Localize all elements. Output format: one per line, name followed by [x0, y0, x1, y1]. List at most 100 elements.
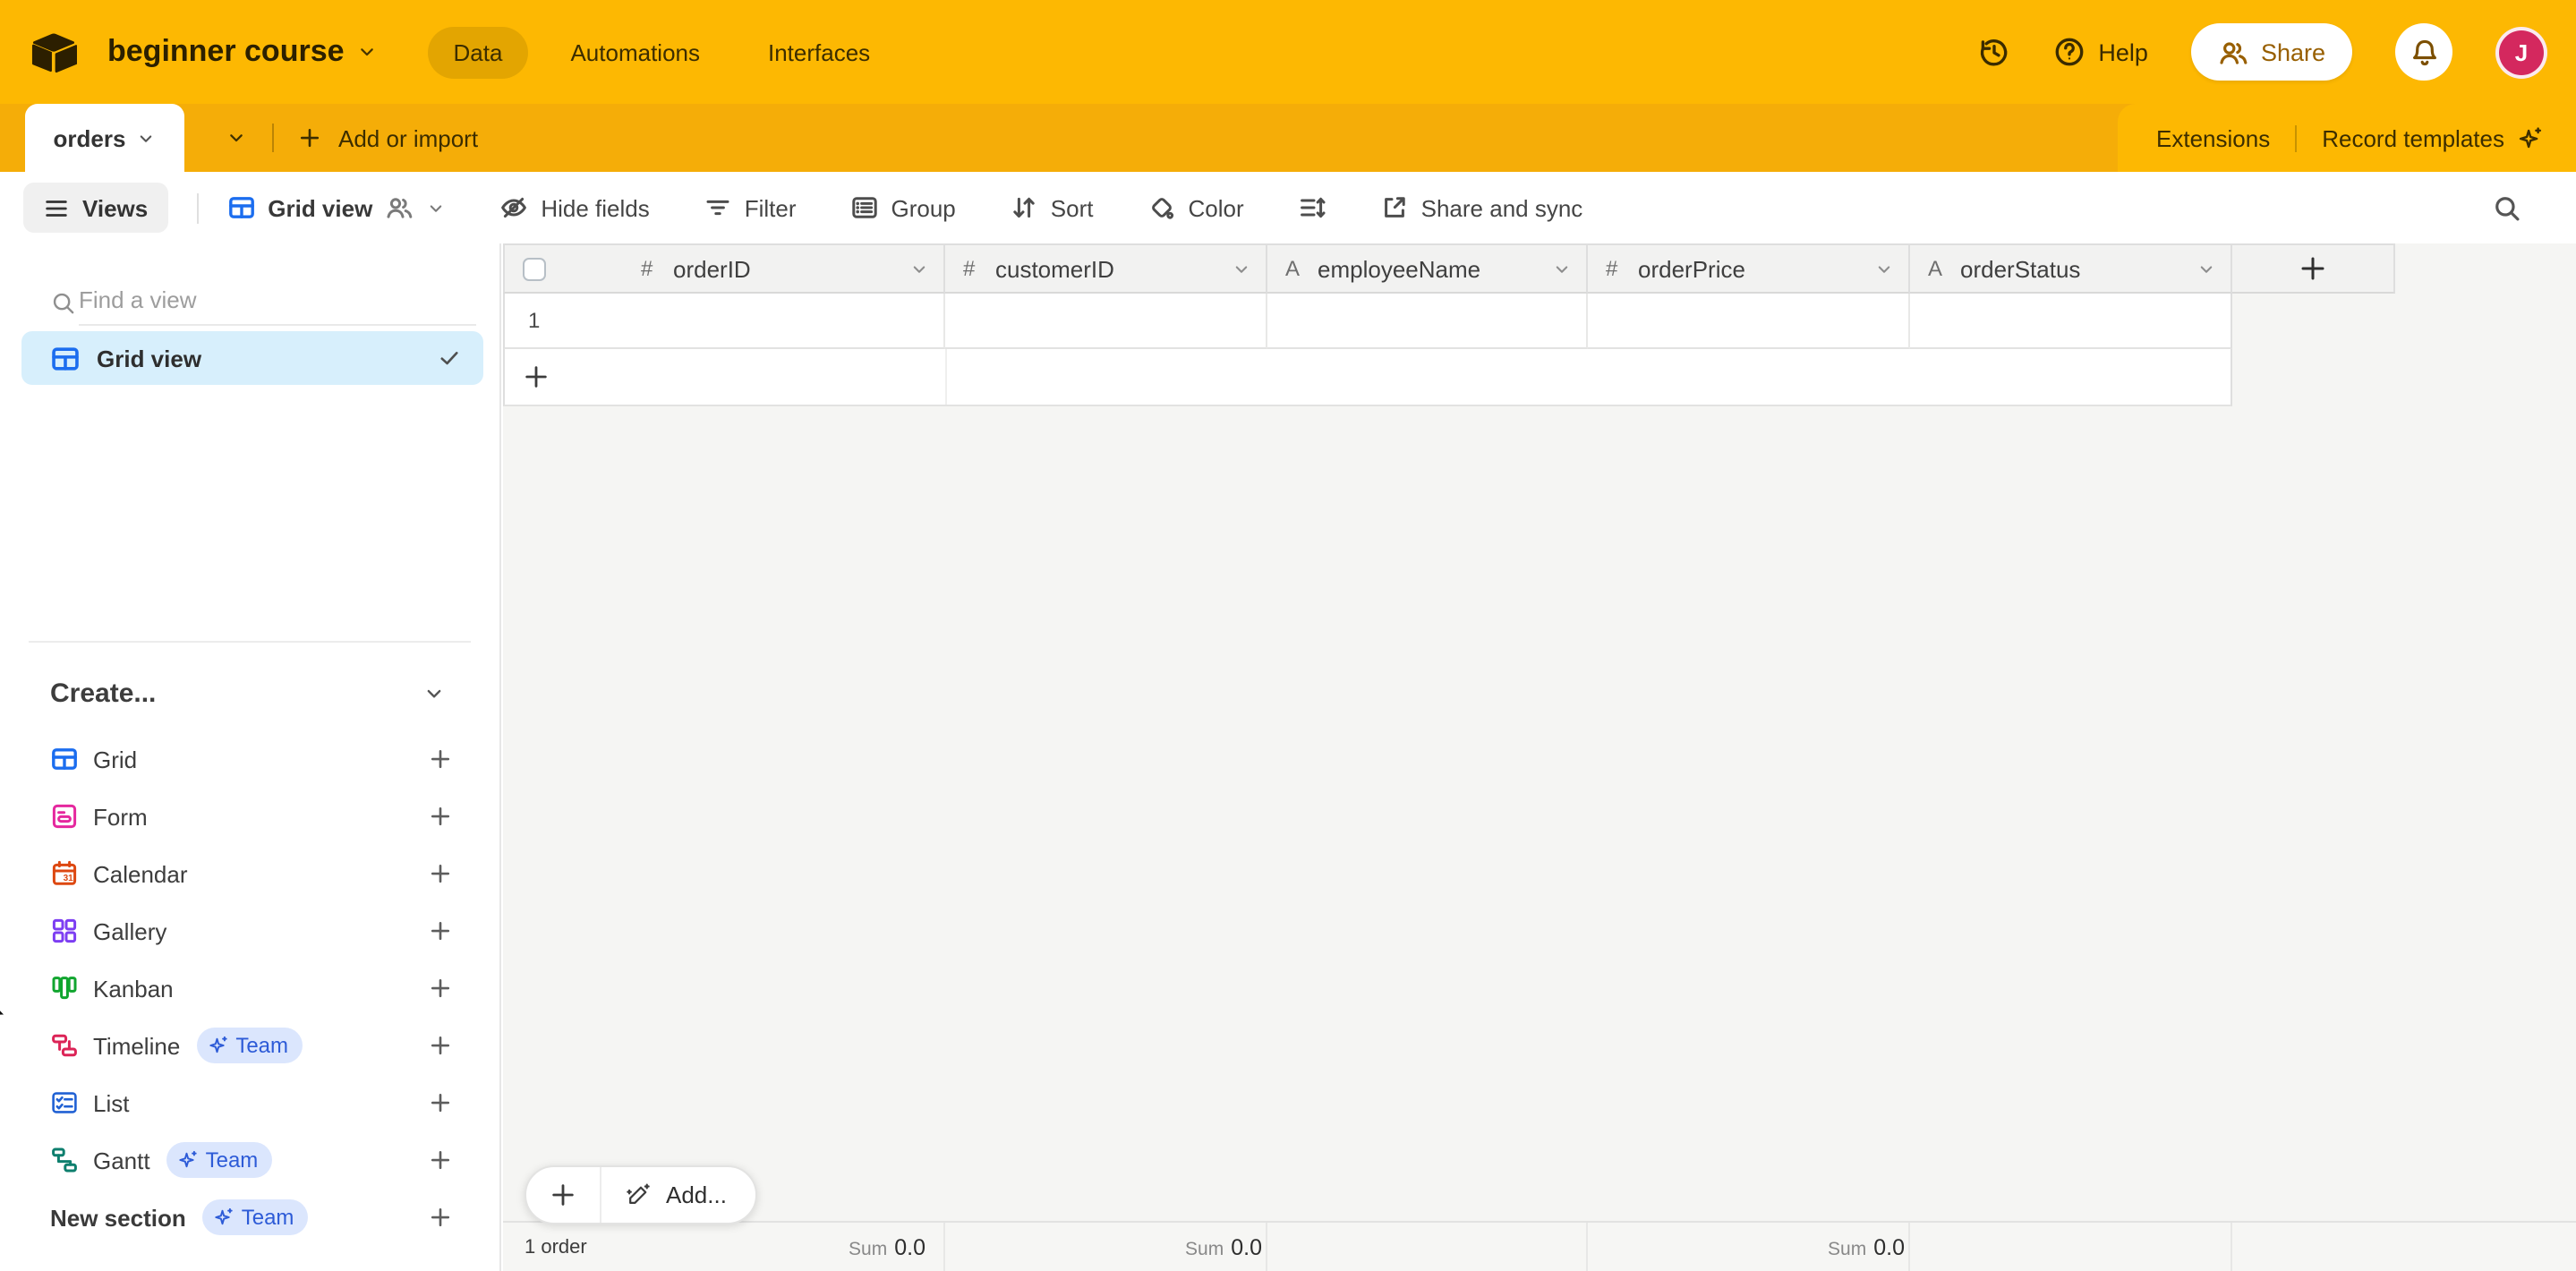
sidebar-item-new-section[interactable]: New section Team [0, 1189, 499, 1246]
number-field-icon: # [963, 256, 988, 281]
view-collaborators-icon [385, 193, 414, 222]
summary-cell-orderprice[interactable]: Sum 0.0 [1588, 1223, 1910, 1271]
field-chevron-icon[interactable] [1552, 259, 1572, 278]
sidebar-item-gantt[interactable]: Gantt Team [0, 1131, 499, 1189]
current-view-button[interactable]: Grid view [226, 193, 446, 222]
sidebar-item-kanban[interactable]: Kanban [0, 960, 499, 1017]
record-templates-button[interactable]: Record templates [2322, 124, 2544, 151]
column-header-orderstatus[interactable]: A orderStatus [1910, 243, 2232, 294]
tools-divider [2295, 124, 2297, 151]
field-chevron-icon[interactable] [1232, 259, 1251, 278]
workspace-title[interactable]: beginner course [107, 34, 345, 70]
add-gantt-view-button[interactable] [428, 1147, 453, 1173]
column-header-orderprice[interactable]: # orderPrice [1588, 243, 1910, 294]
sidebar-item-gallery[interactable]: Gallery [0, 902, 499, 960]
item-label: Timeline [93, 1032, 180, 1059]
field-name: orderStatus [1960, 255, 2080, 282]
cell-orderstatus[interactable] [1910, 294, 2232, 349]
table-row[interactable]: 1 [503, 294, 2232, 349]
all-tables-chevron-icon[interactable] [226, 127, 247, 149]
summary-cell-employeename[interactable] [1267, 1223, 1588, 1271]
column-header-orderid[interactable]: # orderID [503, 243, 945, 294]
table-tab-orders[interactable]: orders [25, 104, 184, 172]
form-icon [50, 802, 79, 831]
item-label: Gallery [93, 917, 166, 944]
add-or-import-button[interactable]: Add or import [297, 124, 478, 151]
plus-icon [297, 125, 322, 150]
sidebar-item-grid[interactable]: Grid [0, 730, 499, 788]
magic-wand-icon [625, 1181, 652, 1208]
filter-button[interactable]: Filter [704, 193, 797, 222]
share-button[interactable]: Share [2191, 23, 2352, 81]
color-button[interactable]: Color [1147, 193, 1243, 222]
hide-fields-button[interactable]: Hide fields [499, 193, 649, 222]
add-calendar-view-button[interactable] [428, 861, 453, 886]
bell-icon [2409, 37, 2439, 67]
sidebar-item-form[interactable]: Form [0, 788, 499, 845]
create-section-header[interactable]: Create... [0, 666, 499, 720]
help-button[interactable]: Help [2053, 36, 2148, 68]
add-gallery-view-button[interactable] [428, 918, 453, 943]
sort-button[interactable]: Sort [1010, 193, 1094, 222]
add-section-button[interactable] [428, 1205, 453, 1230]
filter-icon [704, 193, 732, 222]
field-name: employeeName [1318, 255, 1480, 282]
avatar[interactable]: J [2495, 26, 2547, 78]
search-icon[interactable] [2492, 192, 2522, 223]
add-list-view-button[interactable] [428, 1090, 453, 1115]
item-label: Form [93, 803, 148, 830]
workspace-chevron-down-icon[interactable] [357, 41, 379, 63]
text-field-icon: A [1285, 256, 1310, 281]
cell-customerid[interactable] [945, 294, 1267, 349]
share-and-sync-button[interactable]: Share and sync [1380, 193, 1583, 222]
extensions-button[interactable]: Extensions [2156, 124, 2270, 151]
tab-automations[interactable]: Automations [545, 26, 725, 78]
cell-orderprice[interactable] [1588, 294, 1910, 349]
sidebar-item-list[interactable]: List [0, 1074, 499, 1131]
column-header-employeename[interactable]: A employeeName [1267, 243, 1588, 294]
airtable-logo-icon[interactable] [30, 31, 77, 73]
column-header-customerid[interactable]: # customerID [945, 243, 1267, 294]
team-badge: Team [202, 1199, 309, 1235]
summary-cell-customerid[interactable]: Sum 0.0 [945, 1223, 1267, 1271]
color-icon [1147, 193, 1175, 222]
item-label: Gantt [93, 1147, 150, 1173]
add-timeline-view-button[interactable] [428, 1033, 453, 1058]
grid-header-row: # orderID # customerID A employeeName # [503, 243, 2395, 294]
add-with-ai-button[interactable]: Add... [601, 1167, 755, 1223]
current-view-label: Grid view [268, 194, 372, 221]
tab-interfaces[interactable]: Interfaces [743, 26, 895, 78]
group-label: Group [891, 194, 956, 221]
sidebar-item-calendar[interactable]: 31 Calendar [0, 845, 499, 902]
sidebar-item-timeline[interactable]: Timeline Team [0, 1017, 499, 1074]
create-view-list: Grid Form 31 Calendar [0, 730, 499, 1246]
sum-value: 0.0 [894, 1234, 925, 1259]
summary-cell-orderstatus[interactable] [1910, 1223, 2232, 1271]
add-form-view-button[interactable] [428, 804, 453, 829]
row-height-button[interactable] [1298, 193, 1326, 222]
find-view-input[interactable] [79, 283, 476, 326]
field-chevron-icon[interactable] [909, 259, 929, 278]
cell-employeename[interactable] [1267, 294, 1588, 349]
kanban-icon [50, 974, 79, 1002]
sidebar-item-grid-view[interactable]: Grid view [21, 331, 483, 385]
add-record-label: Add... [666, 1181, 727, 1208]
add-record-row[interactable] [503, 349, 2232, 406]
field-chevron-icon[interactable] [2196, 259, 2216, 278]
number-field-icon: # [641, 256, 666, 281]
add-grid-view-button[interactable] [428, 746, 453, 772]
add-kanban-view-button[interactable] [428, 976, 453, 1001]
group-button[interactable]: Group [850, 193, 956, 222]
history-icon[interactable] [1978, 36, 2010, 68]
select-all-checkbox[interactable] [523, 258, 546, 281]
field-name: orderPrice [1638, 255, 1745, 282]
add-field-button[interactable] [2232, 243, 2395, 294]
add-record-plus-button[interactable] [526, 1167, 601, 1223]
notifications-button[interactable] [2395, 23, 2452, 81]
summary-cell-orderid[interactable]: 1 order Sum 0.0 [503, 1223, 945, 1271]
views-button[interactable]: Views [23, 183, 167, 233]
row-number[interactable]: 1 [503, 294, 945, 349]
field-chevron-icon[interactable] [1874, 259, 1894, 278]
list-icon [50, 1088, 79, 1117]
tab-data[interactable]: Data [429, 26, 528, 78]
